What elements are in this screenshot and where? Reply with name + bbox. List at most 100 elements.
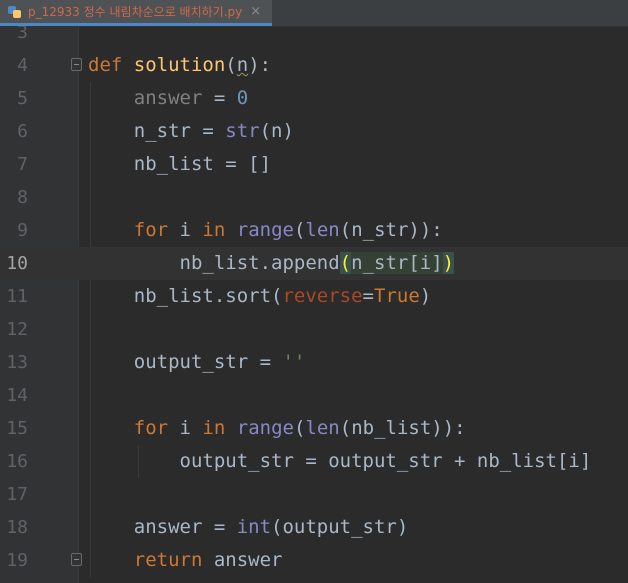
code-text: answer = 0 (88, 82, 248, 115)
code-line[interactable]: 13 output_str = '' (0, 346, 628, 379)
code-text: output_str = output_str + nb_list[i] (88, 445, 592, 478)
code-text: return answer (88, 544, 283, 577)
code-token: in (202, 219, 226, 241)
code-line[interactable]: 3 (0, 26, 628, 49)
code-token: = (362, 285, 374, 307)
code-token: for (133, 219, 169, 241)
code-token: str (225, 120, 260, 142)
code-token: in (202, 417, 226, 439)
code-token: True (374, 285, 420, 307)
code-line[interactable]: 14 (0, 379, 628, 412)
code-token: 0 (236, 87, 249, 109)
line-number: 9 (17, 220, 28, 241)
code-token: answer (133, 87, 203, 109)
code-token: ) (419, 285, 432, 307)
code-text: for i in range(len(nb_list)): (88, 412, 466, 445)
line-number: 8 (17, 187, 28, 208)
code-token: reverse (282, 285, 363, 307)
code-line[interactable]: 17 (0, 478, 628, 511)
line-number: 10 (6, 253, 28, 274)
fold-marker-icon[interactable] (71, 553, 82, 566)
file-tab[interactable]: p_12933 정수 내림차순으로 배치하기.py × (0, 0, 272, 26)
code-token: solution (133, 54, 226, 76)
code-line[interactable]: 19 return answer (0, 544, 628, 577)
line-number: 4 (17, 55, 28, 76)
code-token: ( (225, 54, 237, 76)
code-token: len (305, 417, 340, 439)
code-line[interactable]: 6 n_str = str(n) (0, 115, 628, 148)
code-token: i (168, 219, 203, 241)
line-number: 5 (17, 88, 28, 109)
code-line[interactable]: 4 def solution(n): (0, 49, 628, 82)
code-token: range (236, 219, 294, 241)
code-token: def (88, 54, 123, 76)
code-line[interactable]: 16 output_str = output_str + nb_list[i] (0, 445, 628, 478)
code-line[interactable]: 5 answer = 0 (0, 82, 628, 115)
code-token: n_str[i] (351, 252, 443, 274)
code-token: nb_list.sort( (88, 285, 283, 307)
close-tab-icon[interactable]: × (250, 4, 261, 19)
code-line[interactable]: 7 nb_list = [] (0, 148, 628, 181)
code-text: for i in range(len(n_str)): (88, 214, 443, 247)
code-line[interactable]: 11 nb_list.sort(reverse=True) (0, 280, 628, 313)
code-token: n_str = (88, 120, 226, 142)
line-number: 14 (6, 385, 28, 406)
tab-filename: p_12933 정수 내림차순으로 배치하기.py (28, 5, 243, 19)
line-number: 7 (17, 154, 28, 175)
code-token: output_str = (88, 351, 283, 373)
line-number: 13 (6, 352, 28, 373)
code-text: output_str = '' (88, 346, 306, 379)
code-text: answer = int(output_str) (88, 511, 409, 544)
code-token: int (236, 516, 272, 538)
code-text: nb_list = [] (88, 148, 271, 181)
code-editor[interactable]: 3 4 def solution(n): 5 answer = 06 n_str = … (0, 26, 628, 583)
code-line[interactable]: 12 (0, 313, 628, 346)
code-token: (output_str) (271, 516, 409, 538)
code-line[interactable]: 18 answer = int(output_str) (0, 511, 628, 544)
code-token: len (305, 219, 340, 241)
code-token: answer (202, 549, 283, 571)
code-token: ) (442, 252, 455, 274)
code-token: (n) (259, 120, 294, 142)
code-text: nb_list.append(n_str[i]) (88, 247, 455, 280)
code-token: answer = (88, 516, 237, 538)
code-token: nb_list.append (88, 252, 340, 274)
line-number: 18 (6, 517, 28, 538)
line-number: 3 (17, 26, 28, 43)
code-token: n (236, 54, 249, 76)
editor-tab-bar: p_12933 정수 내림차순으로 배치하기.py × (0, 0, 628, 27)
line-number: 19 (6, 550, 28, 571)
code-line[interactable]: 15 for i in range(len(nb_list)): (0, 412, 628, 445)
code-token: nb_list = [] (88, 153, 272, 175)
code-text: nb_list.sort(reverse=True) (88, 280, 431, 313)
code-token: range (236, 417, 294, 439)
code-token: ): (248, 54, 272, 76)
code-token: (nb_list)): (339, 417, 466, 439)
code-line[interactable]: 8 (0, 181, 628, 214)
code-line[interactable]: 10 nb_list.append(n_str[i]) (0, 247, 628, 280)
code-token: i (168, 417, 203, 439)
code-token: output_str = output_str + nb_list[i] (88, 450, 592, 472)
code-token: ( (293, 219, 306, 241)
line-number: 16 (6, 451, 28, 472)
code-token: '' (282, 351, 306, 373)
line-number: 11 (6, 286, 28, 307)
fold-marker-icon[interactable] (71, 58, 82, 71)
code-token: (n_str)): (339, 219, 443, 241)
code-token: = (202, 87, 237, 109)
code-line[interactable]: 9 for i in range(len(n_str)): (0, 214, 628, 247)
code-token: return (133, 549, 203, 571)
python-file-icon (8, 5, 22, 19)
line-number: 15 (6, 418, 28, 439)
line-number: 17 (6, 484, 28, 505)
code-text: def solution(n): (88, 49, 271, 82)
code-token: ( (339, 252, 352, 274)
line-number: 6 (17, 121, 28, 142)
